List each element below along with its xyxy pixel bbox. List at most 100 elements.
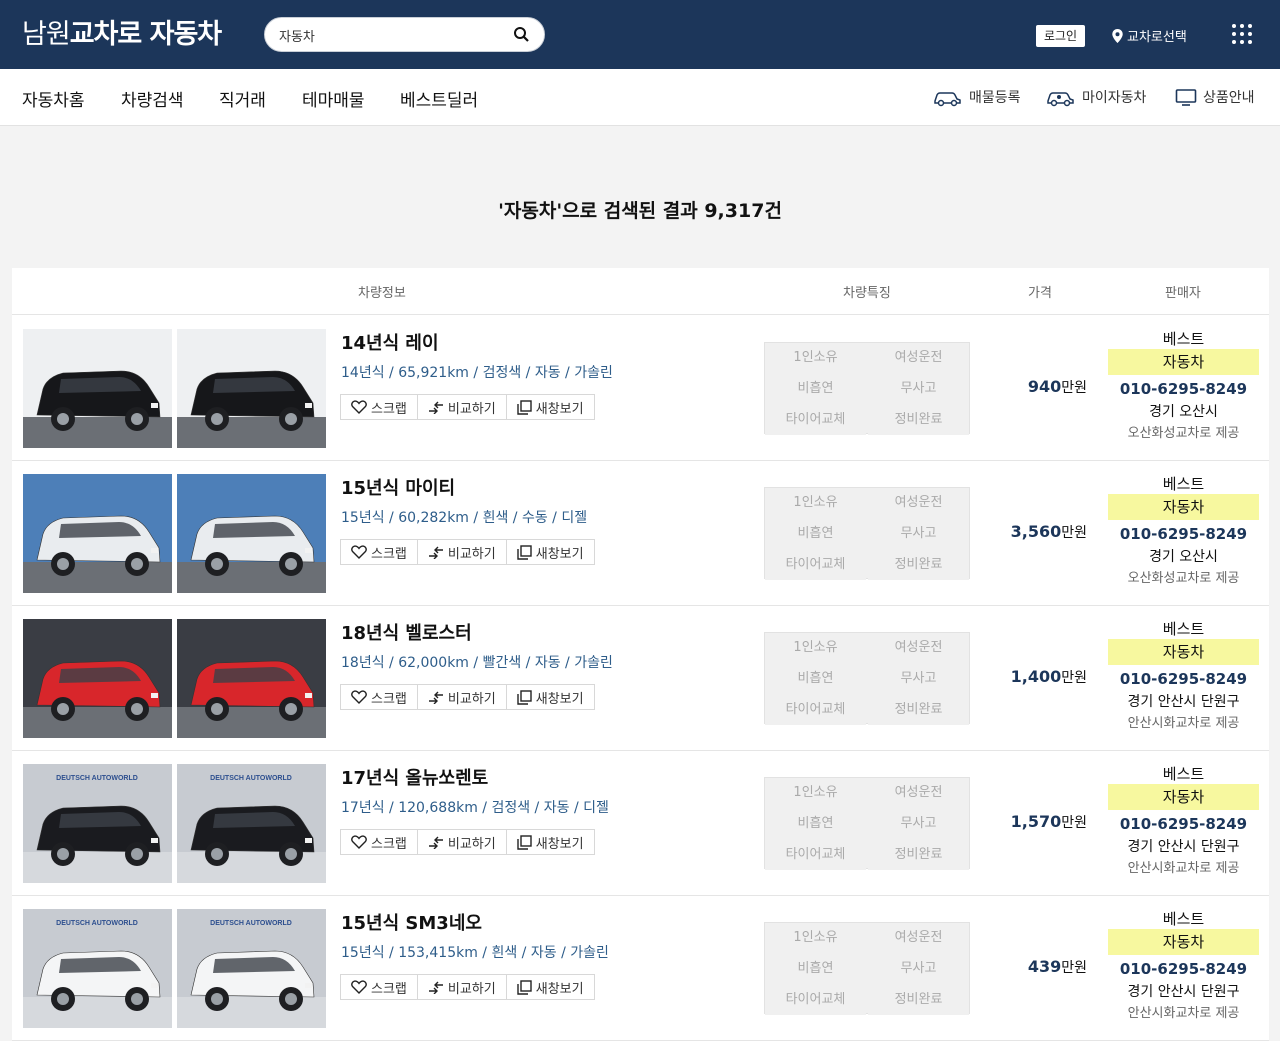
listing-info: 15년식 / 60,282km / 흰색 / 수동 / 디젤 — [341, 510, 588, 526]
seller-grade: 베스트 — [1162, 475, 1205, 493]
listing-title[interactable]: 17년식 올뉴쏘렌토 — [341, 764, 488, 790]
car-photo-secondary[interactable] — [177, 619, 326, 738]
info-item: 14년식 — [341, 365, 385, 381]
listing-actions: 스크랩 비교하기 새창보기 — [340, 684, 595, 710]
app-grid-icon[interactable] — [1232, 24, 1252, 44]
new-window-button[interactable]: 새창보기 — [505, 539, 595, 565]
table-row[interactable]: 18년식 벨로스터 18년식 / 62,000km / 빨간색 / 자동 / 가솔… — [12, 606, 1269, 751]
listing-info: 17년식 / 120,688km / 검정색 / 자동 / 디젤 — [341, 800, 609, 816]
info-item: 153,415km — [398, 945, 478, 961]
seller-phone[interactable]: 010-6295-8249 — [1108, 524, 1259, 544]
listing-actions: 스크랩 비교하기 새창보기 — [340, 394, 595, 420]
seller-phone[interactable]: 010-6295-8249 — [1108, 959, 1259, 979]
logo-light-text: 남원 — [22, 19, 71, 50]
compare-arrows-icon — [428, 981, 443, 994]
price: 940만원 — [967, 377, 1087, 397]
seller-info: 베스트 자동차 010-6295-8249 경기 안산시 단원구 안산시화교차로 제공 — [1108, 764, 1259, 879]
listing-title[interactable]: 15년식 마이티 — [341, 474, 455, 500]
car-photo-secondary[interactable]: DEUTSCH AUTOWORLD — [177, 764, 326, 883]
new-window-button[interactable]: 새창보기 — [505, 829, 595, 855]
scrap-button[interactable]: 스크랩 — [340, 684, 418, 710]
feature-badge: 1인소유 — [765, 488, 866, 518]
seller-phone[interactable]: 010-6295-8249 — [1108, 379, 1259, 399]
car-photo-main[interactable]: DEUTSCH AUTOWORLD — [23, 764, 172, 883]
product-info-link[interactable]: 상품안내 — [1175, 87, 1255, 107]
feature-badge: 비흡연 — [765, 809, 866, 839]
car-photo-secondary[interactable] — [177, 329, 326, 448]
car-photo-secondary[interactable] — [177, 474, 326, 593]
car-photo-main[interactable] — [23, 619, 172, 738]
compare-arrows-icon — [428, 401, 443, 414]
seller-type-badge: 자동차 — [1108, 349, 1259, 375]
nav-item-search[interactable]: 차량검색 — [121, 86, 184, 111]
region-select-button[interactable]: 교차로선택 — [1112, 26, 1187, 45]
listing-title[interactable]: 18년식 벨로스터 — [341, 619, 472, 645]
header-vehicle-info: 차량정보 — [358, 286, 406, 301]
listing-title[interactable]: 14년식 레이 — [341, 329, 439, 355]
table-row[interactable]: 15년식 마이티 15년식 / 60,282km / 흰색 / 수동 / 디젤스크… — [12, 461, 1269, 606]
new-window-button[interactable]: 새창보기 — [505, 684, 595, 710]
info-item: 65,921km — [398, 365, 469, 381]
new-window-button[interactable]: 새창보기 — [505, 394, 595, 420]
info-item: 자동 — [534, 365, 561, 381]
feature-badge: 타이어교체 — [765, 550, 866, 580]
listing-actions: 스크랩 비교하기 새창보기 — [340, 539, 595, 565]
new-window-button[interactable]: 새창보기 — [505, 974, 595, 1000]
compare-button[interactable]: 비교하기 — [416, 974, 507, 1000]
car-photo-secondary[interactable]: DEUTSCH AUTOWORLD — [177, 909, 326, 1028]
monitor-icon — [1175, 89, 1197, 106]
car-photo-main[interactable] — [23, 474, 172, 593]
nav-item-home[interactable]: 자동차홈 — [22, 86, 85, 111]
car-photo-image — [23, 474, 172, 593]
feature-badge: 정비완료 — [868, 405, 969, 435]
price-value: 1,570 — [1010, 812, 1062, 831]
login-button[interactable]: 로그인 — [1036, 25, 1085, 47]
info-item: 15년식 — [341, 945, 385, 961]
seller-info: 베스트 자동차 010-6295-8249 경기 오산시 오산화성교차로 제공 — [1108, 329, 1259, 444]
compare-button[interactable]: 비교하기 — [416, 394, 507, 420]
car-photo-main[interactable] — [23, 329, 172, 448]
listing-actions: 스크랩 비교하기 새창보기 — [340, 974, 595, 1000]
nav-item-direct[interactable]: 직거래 — [219, 86, 266, 111]
my-car-label: 마이자동차 — [1082, 90, 1147, 106]
nav-item-best-dealer[interactable]: 베스트딜러 — [400, 86, 478, 111]
table-row[interactable]: 14년식 레이 14년식 / 65,921km / 검정색 / 자동 / 가솔린 스… — [12, 316, 1269, 461]
seller-type-badge: 자동차 — [1108, 639, 1259, 665]
compare-button[interactable]: 비교하기 — [416, 829, 507, 855]
compare-button[interactable]: 비교하기 — [416, 684, 507, 710]
search-icon[interactable] — [513, 26, 530, 47]
feature-badge: 비흡연 — [765, 954, 866, 984]
search-value: 자동차 — [279, 30, 315, 45]
scrap-button[interactable]: 스크랩 — [340, 539, 418, 565]
table-row[interactable]: DEUTSCH AUTOWORLD DEUTSCH AUTOWORLD 17년식 올… — [12, 751, 1269, 896]
register-listing-link[interactable]: 매물등록 — [933, 87, 1021, 107]
price-unit: 만원 — [1061, 960, 1087, 976]
seller-phone[interactable]: 010-6295-8249 — [1108, 669, 1259, 689]
info-item: 디젤 — [583, 800, 609, 816]
my-car-link[interactable]: 마이자동차 — [1046, 87, 1146, 107]
listing-title[interactable]: 15년식 SM3네오 — [341, 909, 482, 935]
feature-grid: 1인소유 여성운전 비흡연 무사고 타이어교체 정비완료 — [764, 342, 970, 435]
search-input[interactable]: 자동차 — [264, 17, 545, 52]
nav-item-theme[interactable]: 테마매물 — [302, 86, 365, 111]
scrap-button[interactable]: 스크랩 — [340, 394, 418, 420]
seller-phone[interactable]: 010-6295-8249 — [1108, 814, 1259, 834]
seller-type-badge: 자동차 — [1108, 784, 1259, 810]
price-value: 439 — [1027, 957, 1062, 976]
new-window-icon — [517, 689, 532, 705]
feature-badge: 무사고 — [868, 809, 969, 839]
feature-badge: 비흡연 — [765, 374, 866, 404]
compare-arrows-icon — [428, 546, 443, 559]
scrap-button[interactable]: 스크랩 — [340, 829, 418, 855]
site-logo[interactable]: 남원교차로 자동차 — [22, 18, 222, 52]
scrap-button[interactable]: 스크랩 — [340, 974, 418, 1000]
seller-provider: 안산시화교차로 제공 — [1127, 1006, 1240, 1021]
feature-badge: 여성운전 — [868, 343, 969, 373]
seller-provider: 오산화성교차로 제공 — [1127, 571, 1240, 586]
car-photo-main[interactable]: DEUTSCH AUTOWORLD — [23, 909, 172, 1028]
logo-bold-text: 교차로 자동차 — [69, 19, 222, 50]
compare-arrows-icon — [428, 836, 443, 849]
compare-button[interactable]: 비교하기 — [416, 539, 507, 565]
table-row[interactable]: DEUTSCH AUTOWORLD DEUTSCH AUTOWORLD 15년식 S… — [12, 896, 1269, 1041]
compare-label: 비교하기 — [447, 401, 496, 417]
